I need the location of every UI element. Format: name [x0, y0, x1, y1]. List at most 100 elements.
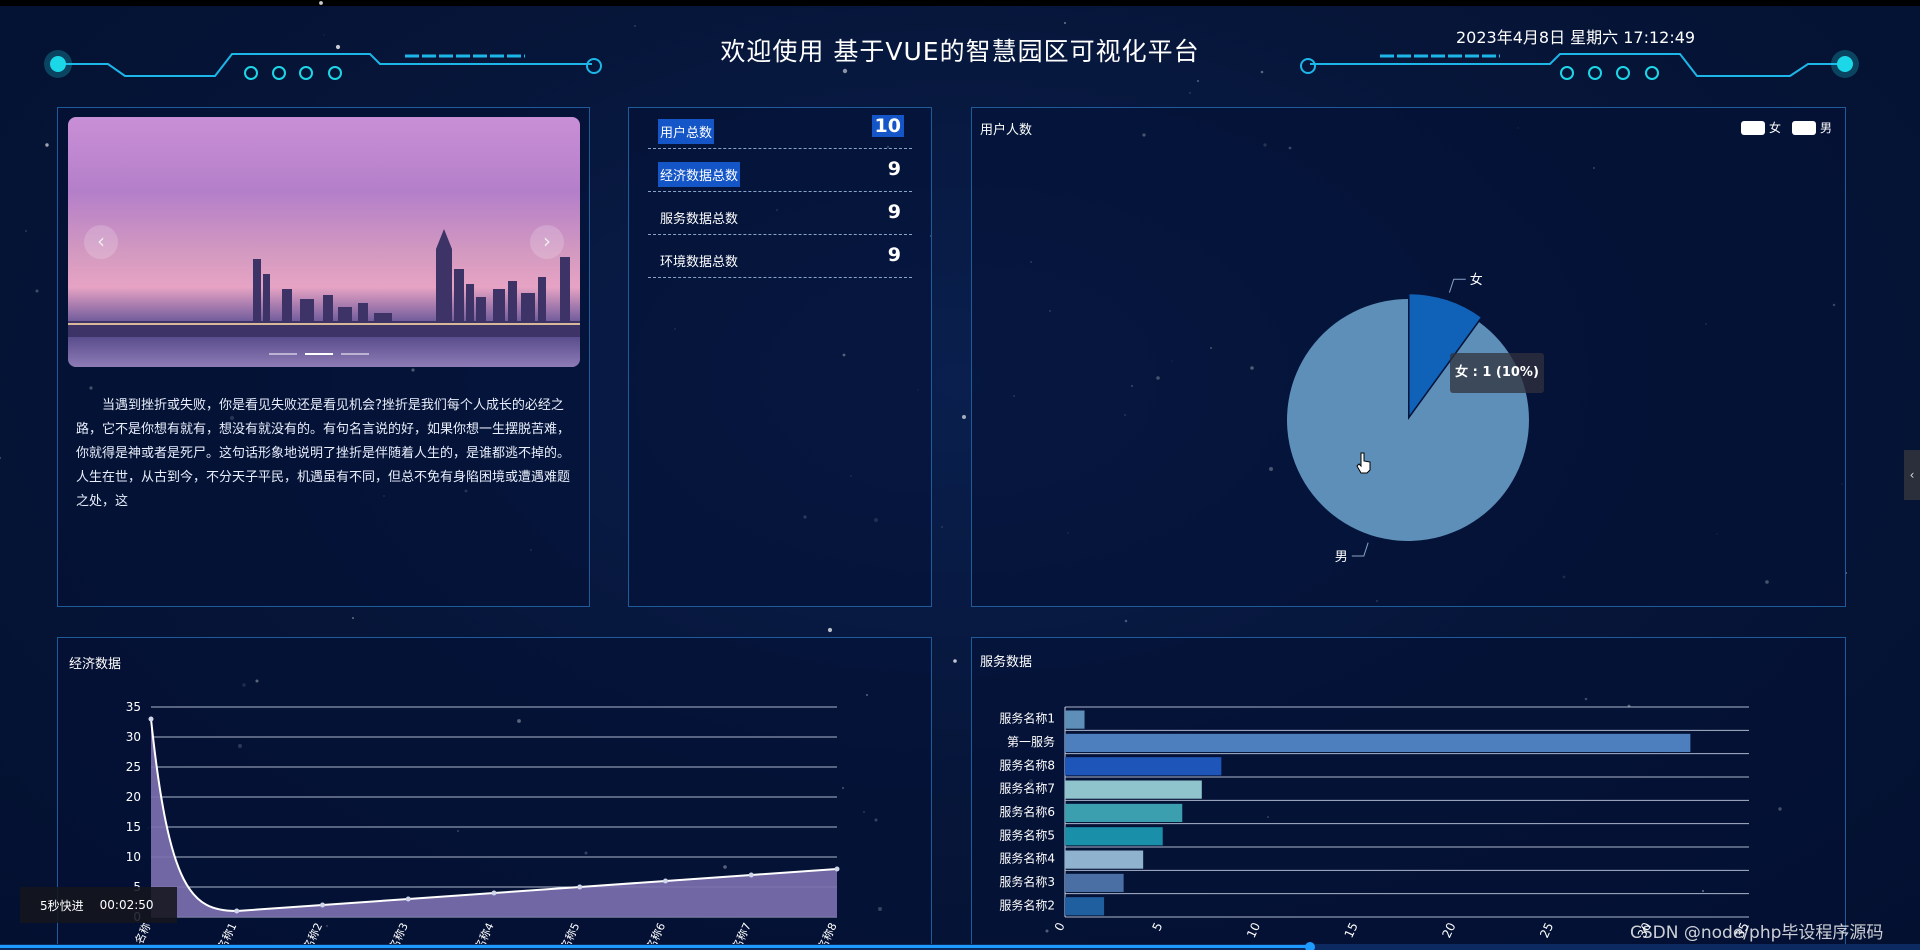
star — [0, 456, 2, 460]
datetime-display: 2023年4月8日 星期六 17:12:49 — [1456, 28, 1696, 47]
pie-tooltip: 女 : 1 (10%) — [1450, 353, 1544, 393]
watermark: CSDN @node/php毕设程序源码 — [1630, 923, 1884, 943]
stat-label: 经济数据总数 — [658, 162, 741, 187]
stat-row-service: 服务数据总数 9 — [648, 193, 912, 235]
data-point — [320, 902, 325, 908]
video-progress-bar[interactable] — [0, 942, 1920, 950]
star — [827, 627, 833, 633]
carousel-indicator[interactable] — [269, 353, 297, 355]
pie-label: 女 — [1470, 272, 1483, 288]
x-tick-label: 名称4 — [472, 920, 497, 947]
stat-label: 服务数据总数 — [660, 212, 739, 227]
stat-label: 用户总数 — [658, 119, 715, 144]
progress-knob[interactable] — [1305, 942, 1315, 950]
category-label: 服务名称4 — [999, 851, 1055, 866]
x-tick-label: 15 — [1342, 920, 1361, 940]
carousel-indicators — [269, 353, 369, 355]
x-tick-label: 名称8 — [815, 920, 840, 947]
service-bar-chart[interactable]: 服务名称1 第一服务服务名称8 服务名称7 服务名称6 服务名称5 服务名称4 服务名称3 服… — [971, 637, 1846, 947]
stat-label: 环境数据总数 — [660, 255, 739, 270]
video-overlay: 5秒快进 00:02:50 — [20, 887, 177, 923]
star — [1124, 619, 1128, 623]
category-label: 服务名称6 — [999, 804, 1055, 819]
category-label: 第一服务 — [1007, 734, 1055, 749]
star — [941, 526, 943, 528]
category-label: 服务名称3 — [999, 874, 1055, 889]
carousel-next-button[interactable]: › — [530, 225, 564, 259]
stat-row-economy: 经济数据总数 9 — [648, 150, 912, 192]
economy-area-chart[interactable]: 05101520253035名称名称1名称2名称3名称4名称5名称6名称7名称8 — [57, 637, 932, 947]
stat-value: 10 — [871, 115, 904, 137]
category-label: 服务名称1 — [999, 711, 1055, 726]
carousel-prev-button[interactable]: ‹ — [84, 225, 118, 259]
stat-value: 9 — [887, 244, 901, 266]
data-point — [234, 908, 240, 914]
star — [45, 143, 49, 147]
x-tick-label: 名称 — [132, 920, 154, 946]
data-point — [834, 866, 840, 872]
user-pie-chart[interactable]: 女男 — [971, 107, 1846, 607]
y-tick-label: 30 — [126, 730, 141, 744]
x-tick-label: 名称2 — [300, 920, 325, 947]
stat-value: 9 — [887, 158, 901, 180]
image-carousel[interactable]: ‹ › — [68, 117, 580, 367]
x-tick-label: 名称7 — [729, 920, 754, 947]
bar — [1065, 873, 1124, 893]
x-tick-label: 名称3 — [386, 920, 411, 947]
x-tick-label: 名称5 — [558, 920, 583, 947]
water-reflection — [68, 337, 580, 367]
star — [25, 230, 27, 232]
bar — [1065, 710, 1085, 729]
intro-paragraph: 当遇到挫折或失败，你是看见失败还是看见机会?挫折是我们每个人成长的必经之路，它不… — [76, 398, 571, 509]
hand-cursor-icon — [1356, 452, 1371, 474]
side-collapse-button[interactable]: ‹ — [1904, 450, 1920, 500]
stat-value: 9 — [887, 201, 901, 223]
bar — [1065, 780, 1202, 799]
y-tick-label: 20 — [126, 790, 141, 804]
data-point — [405, 896, 411, 902]
star — [953, 659, 957, 663]
speed-label: 5秒快进 — [40, 898, 84, 913]
city-skyline-image — [68, 229, 580, 339]
bar — [1065, 733, 1691, 753]
header: 欢迎使用 基于VUE的智慧园区可视化平台 2023年4月8日 星期六 17:12… — [0, 6, 1920, 86]
star — [962, 415, 966, 419]
x-tick-label: 名称1 — [215, 920, 240, 947]
bar — [1065, 827, 1163, 846]
star — [35, 289, 39, 293]
data-point — [148, 716, 154, 722]
pie-slice — [1287, 299, 1529, 541]
x-tick-label: 5 — [1150, 920, 1166, 933]
category-label: 服务名称5 — [999, 827, 1055, 842]
bar — [1065, 757, 1222, 776]
y-tick-label: 15 — [126, 820, 141, 834]
pie-label-line — [1448, 278, 1466, 293]
stat-row-users: 用户总数 10 — [648, 107, 912, 149]
category-label: 服务名称8 — [999, 757, 1055, 772]
y-tick-label: 10 — [126, 850, 141, 864]
y-tick-label: 25 — [126, 760, 141, 774]
star — [1189, 92, 1191, 94]
x-tick-label: 20 — [1439, 920, 1458, 940]
bar — [1065, 803, 1183, 823]
carousel-indicator-active[interactable] — [305, 353, 333, 355]
progress-fill — [0, 945, 1310, 948]
data-point — [748, 872, 754, 878]
x-tick-label: 名称6 — [643, 920, 668, 947]
x-tick-label: 10 — [1244, 920, 1263, 940]
category-label: 服务名称2 — [999, 897, 1055, 912]
data-point — [663, 878, 668, 884]
x-tick-label: 25 — [1537, 920, 1556, 940]
stat-row-environment: 环境数据总数 9 — [648, 236, 912, 278]
x-tick-label: 0 — [1052, 920, 1068, 933]
carousel-indicator[interactable] — [341, 353, 369, 355]
dashboard-root: 欢迎使用 基于VUE的智慧园区可视化平台 2023年4月8日 星期六 17:12… — [0, 0, 1920, 950]
bar — [1065, 897, 1105, 916]
video-time: 00:02:50 — [99, 898, 154, 912]
data-point — [491, 890, 497, 896]
pie-label-line — [1351, 542, 1369, 557]
data-point — [577, 884, 583, 890]
y-tick-label: 35 — [126, 700, 141, 714]
category-label: 服务名称7 — [999, 781, 1055, 796]
bar — [1065, 850, 1144, 869]
